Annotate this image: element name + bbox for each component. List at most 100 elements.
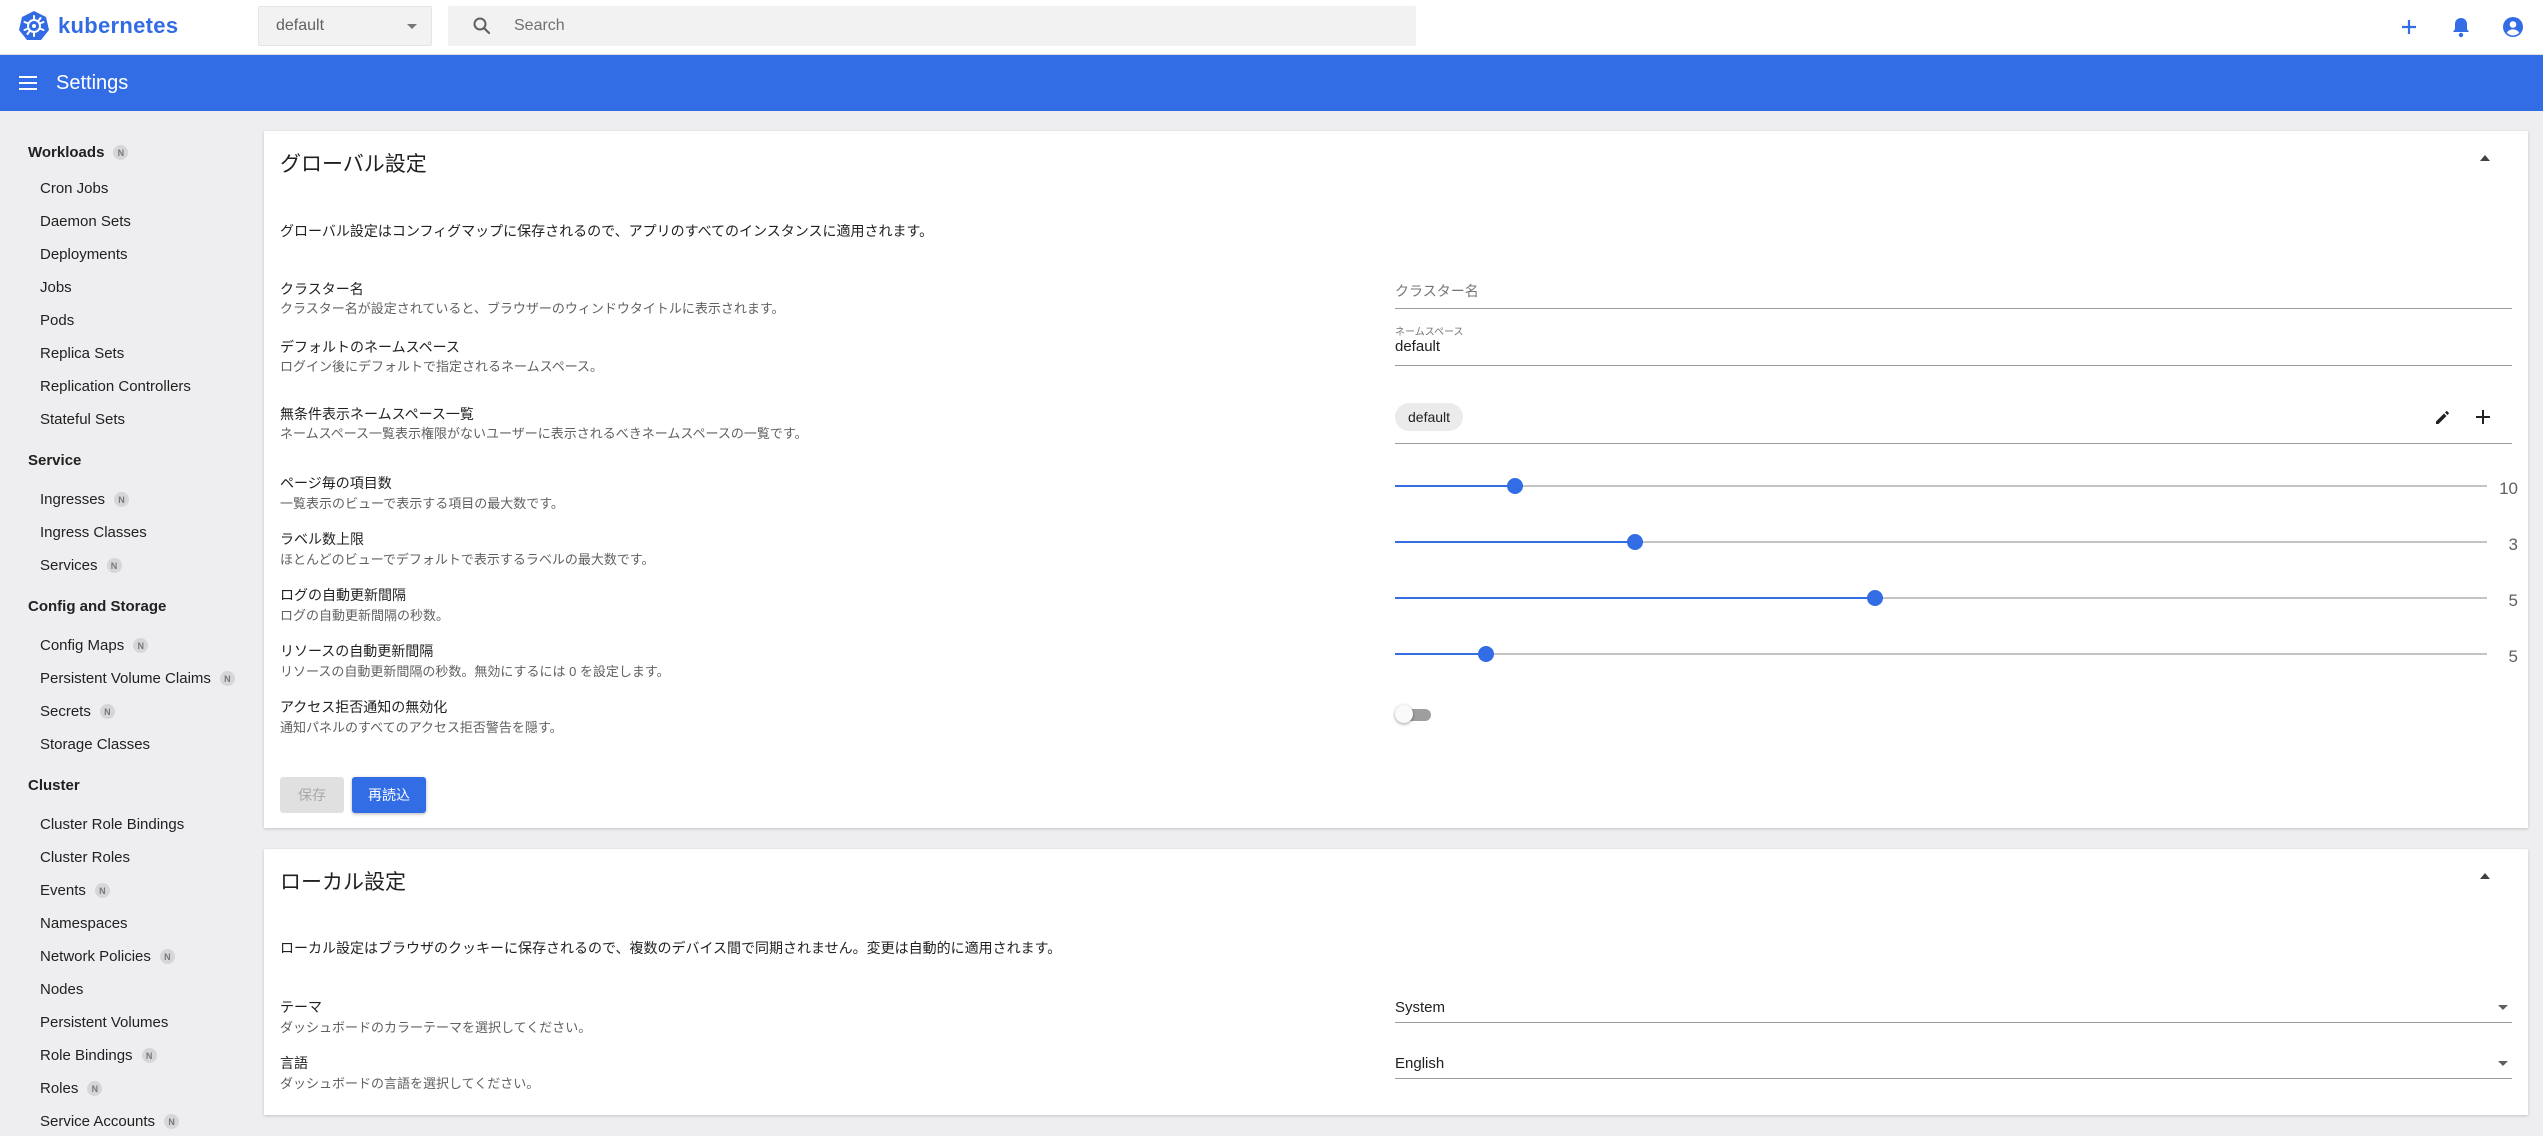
logs-refresh-description: ログの自動更新間隔の秒数。	[280, 608, 450, 623]
namespace-fallback-description: ネームスペース一覧表示権限がないユーザーに表示されるべきネームスペースの一覧です…	[280, 426, 808, 441]
chevron-down-icon	[2498, 1061, 2508, 1066]
account-button[interactable]	[2499, 13, 2527, 41]
slider-thumb[interactable]	[1507, 478, 1524, 494]
sidebar-item-label: Secrets	[40, 703, 91, 720]
sidebar-item-label: Roles	[40, 1080, 79, 1097]
logs-refresh-slider[interactable]	[1395, 590, 2487, 606]
sidebar-item-nodes[interactable]: Nodes	[40, 981, 83, 998]
default-namespace-field[interactable]: default	[1395, 338, 2512, 366]
slider-thumb[interactable]	[1477, 646, 1494, 662]
sidebar-item-jobs[interactable]: Jobs	[40, 279, 72, 296]
slider-thumb[interactable]	[1867, 590, 1884, 606]
cluster-name-field[interactable]: クラスター名	[1395, 281, 2512, 309]
sidebar-item-daemon-sets[interactable]: Daemon Sets	[40, 213, 131, 230]
slider-thumb[interactable]	[1627, 534, 1644, 550]
sidebar-item-namespaces[interactable]: Namespaces	[40, 915, 128, 932]
sidebar-item-replica-sets[interactable]: Replica Sets	[40, 345, 124, 362]
sidebar-item-cron-jobs[interactable]: Cron Jobs	[40, 180, 108, 197]
toggle-thumb	[1395, 705, 1413, 723]
sidebar-item-label: Events	[40, 882, 86, 899]
brand[interactable]: kubernetes	[18, 10, 178, 42]
items-per-page-description: 一覧表示のビューで表示する項目の最大数です。	[280, 496, 564, 511]
slider-fill	[1395, 597, 1876, 599]
new-badge: N	[94, 883, 110, 898]
sidebar-item-label: Nodes	[40, 981, 84, 998]
search-bar[interactable]: Search	[448, 6, 1416, 46]
save-button[interactable]: 保存	[280, 777, 344, 813]
new-badge: N	[99, 704, 115, 719]
language-select[interactable]: English	[1395, 1049, 2512, 1079]
resource-refresh-value: 5	[2508, 647, 2518, 666]
theme-select[interactable]: System	[1395, 993, 2512, 1023]
sidebar-section-cluster[interactable]: Cluster	[28, 777, 80, 794]
page-title: Settings	[56, 71, 129, 94]
new-badge: N	[87, 1081, 103, 1096]
sidebar-item-deployments[interactable]: Deployments	[40, 246, 128, 263]
reload-button[interactable]: 再読込	[352, 777, 426, 813]
sidebar-item-ingresses[interactable]: Ingresses N	[40, 491, 130, 508]
brand-name: kubernetes	[58, 13, 179, 38]
sidebar-section-service[interactable]: Service	[28, 452, 81, 469]
labels-limit-slider[interactable]	[1395, 534, 2487, 550]
new-badge: N	[113, 145, 129, 160]
sidebar-item-pods[interactable]: Pods	[40, 312, 74, 329]
menu-icon[interactable]	[18, 73, 38, 93]
search-input[interactable]: Search	[514, 17, 565, 35]
sidebar-item-config-maps[interactable]: Config Maps N	[40, 637, 149, 654]
sidebar-item-label: Network Policies	[40, 948, 151, 965]
sidebar-item-label: Cluster Role Bindings	[40, 816, 185, 833]
create-button[interactable]	[2395, 13, 2423, 41]
sidebar-item-cluster-roles[interactable]: Cluster Roles	[40, 849, 130, 866]
plus-icon	[2476, 410, 2490, 424]
sidebar-section-workloads[interactable]: Workloads N	[28, 144, 129, 161]
top-bar: kubernetes default Search	[0, 0, 2543, 55]
cluster-name-label: クラスター名	[280, 281, 364, 297]
namespace-chip[interactable]: default	[1395, 403, 1464, 431]
sidebar-item-secrets[interactable]: Secrets N	[40, 703, 115, 720]
sidebar-item-ingress-classes[interactable]: Ingress Classes	[40, 524, 147, 541]
sidebar-item-events[interactable]: Events N	[40, 882, 110, 899]
sidebar-item-label: Cluster Roles	[40, 849, 131, 866]
sidebar-item-persistent-volumes[interactable]: Persistent Volumes	[40, 1014, 168, 1031]
items-per-page-slider[interactable]	[1395, 478, 2487, 494]
new-badge: N	[114, 492, 130, 507]
new-badge: N	[164, 1114, 180, 1129]
namespace-chip-label: default	[1408, 409, 1451, 425]
sidebar-section-label: Cluster	[28, 777, 80, 794]
sidebar: Workloads N Cron Jobs Daemon Sets Deploy…	[0, 111, 262, 1136]
sidebar-item-label: Cron Jobs	[40, 180, 109, 197]
sidebar-item-storage-classes[interactable]: Storage Classes	[40, 736, 150, 753]
default-namespace-label: デフォルトのネームスペース	[280, 339, 460, 355]
sidebar-section-config-and-storage[interactable]: Config and Storage	[28, 598, 166, 615]
kubernetes-logo-icon	[19, 11, 49, 40]
resource-refresh-label: リソースの自動更新間隔	[280, 643, 434, 659]
slider-fill	[1395, 653, 1486, 655]
resource-refresh-slider[interactable]	[1395, 646, 2487, 662]
access-denied-toggle[interactable]	[1395, 705, 1431, 723]
edit-namespaces-button[interactable]	[2431, 405, 2455, 429]
theme-description: ダッシュボードのカラーテーマを選択してください。	[280, 1020, 592, 1035]
sidebar-item-roles[interactable]: Roles N	[40, 1080, 103, 1097]
notifications-button[interactable]	[2447, 13, 2475, 41]
sidebar-item-role-bindings[interactable]: Role Bindings N	[40, 1047, 157, 1064]
sidebar-item-network-policies[interactable]: Network Policies N	[40, 948, 175, 965]
sidebar-item-label: Persistent Volumes	[40, 1014, 169, 1031]
sidebar-item-stateful-sets[interactable]: Stateful Sets	[40, 411, 125, 428]
collapse-icon[interactable]	[2480, 873, 2490, 879]
collapse-icon[interactable]	[2480, 155, 2490, 161]
sidebar-item-label: Config Maps	[40, 637, 125, 654]
logs-refresh-label: ログの自動更新間隔	[280, 587, 406, 603]
plus-icon	[2402, 20, 2416, 34]
sidebar-item-persistent-volume-claims[interactable]: Persistent Volume Claims N	[40, 670, 235, 687]
global-settings-title: グローバル設定	[280, 153, 427, 176]
sidebar-item-label: Pods	[40, 312, 75, 329]
sidebar-item-cluster-role-bindings[interactable]: Cluster Role Bindings	[40, 816, 184, 833]
namespace-field-label: ネームスペース	[1395, 327, 1464, 338]
add-namespace-button[interactable]	[2471, 405, 2495, 429]
namespace-selector[interactable]: default	[258, 6, 432, 46]
sidebar-item-service-accounts[interactable]: Service Accounts N	[40, 1113, 180, 1130]
access-denied-label: アクセス拒否通知の無効化	[280, 699, 448, 715]
sidebar-item-services[interactable]: Services N	[40, 557, 122, 574]
sidebar-item-replication-controllers[interactable]: Replication Controllers	[40, 378, 191, 395]
access-denied-description: 通知パネルのすべてのアクセス拒否警告を隠す。	[280, 720, 563, 735]
